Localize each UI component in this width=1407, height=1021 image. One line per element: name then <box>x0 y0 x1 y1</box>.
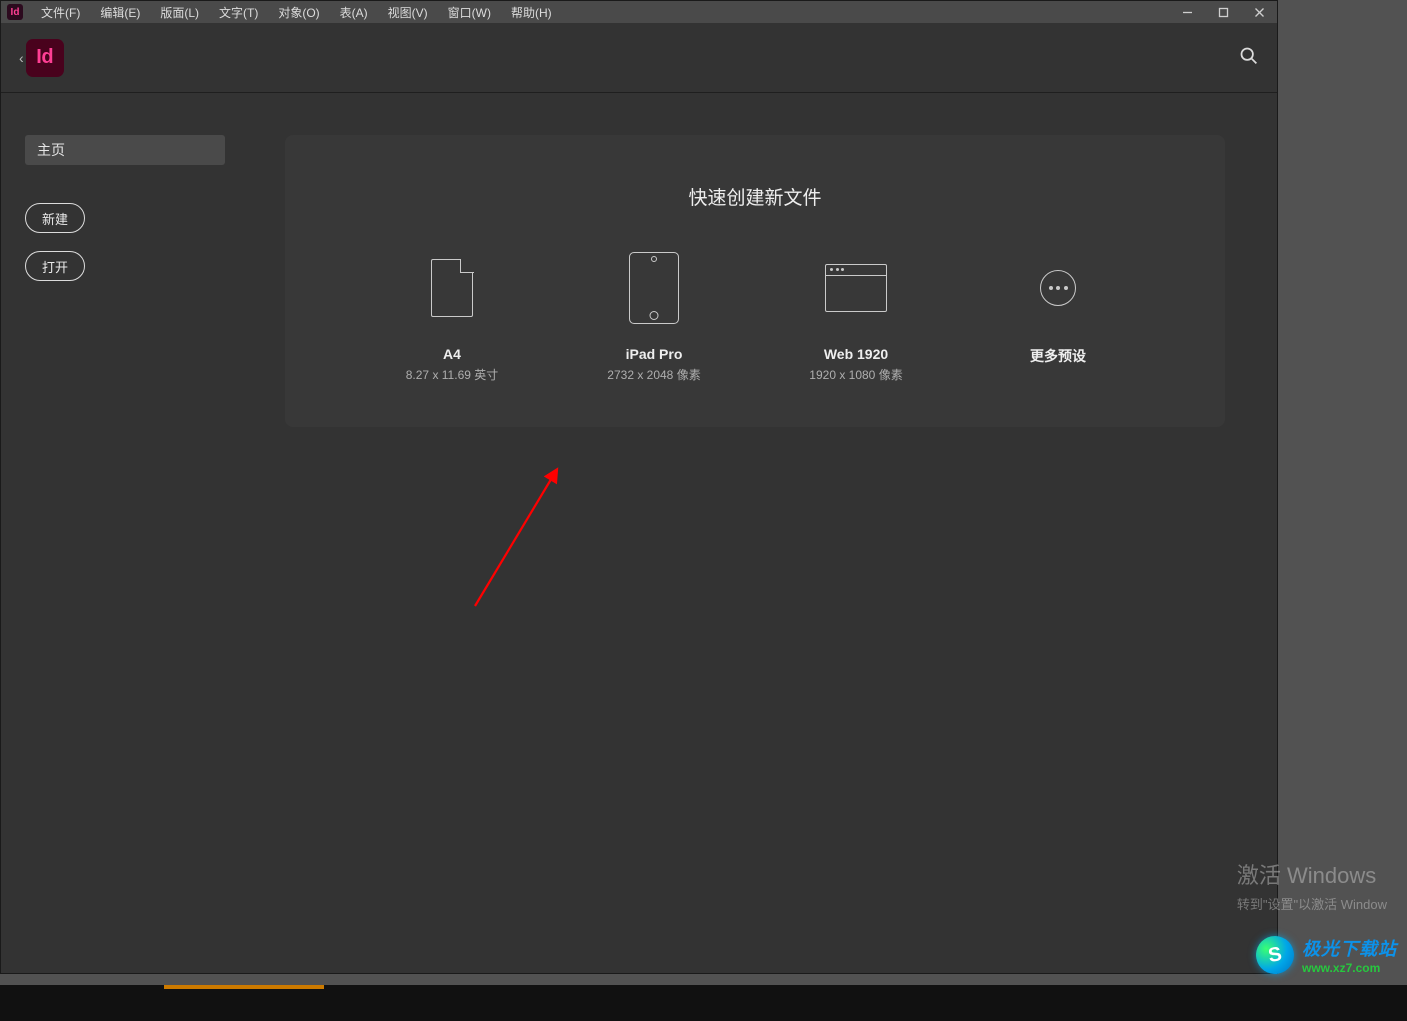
menu-layout[interactable]: 版面(L) <box>150 2 209 23</box>
sidebar: 新建 打开 <box>1 93 285 973</box>
sidebar-buttons: 新建 打开 <box>25 203 261 281</box>
window-controls <box>1169 1 1277 23</box>
taskbar[interactable] <box>0 985 1407 1021</box>
preset-ipad-sub: 2732 x 2048 像素 <box>607 366 700 383</box>
preset-ipad-name: iPad Pro <box>626 346 683 362</box>
menu-file[interactable]: 文件(F) <box>31 2 90 23</box>
preset-a4-sub: 8.27 x 11.69 英寸 <box>406 366 499 383</box>
back-logo-group: ‹ Id <box>19 39 64 77</box>
card-title: 快速创建新文件 <box>315 183 1195 210</box>
site-watermark-logo: S 极光下载站 www.xz7.com <box>1256 935 1397 975</box>
preset-more-name: 更多预设 <box>1030 346 1086 366</box>
site-logo-cn: 极光下载站 <box>1302 935 1397 961</box>
preset-a4[interactable]: A4 8.27 x 11.69 英寸 <box>387 252 517 383</box>
site-orb-icon: S <box>1253 933 1297 977</box>
preset-ipad-pro[interactable]: iPad Pro 2732 x 2048 像素 <box>589 252 719 383</box>
search-icon[interactable] <box>1238 45 1259 71</box>
menu-window[interactable]: 窗口(W) <box>438 2 501 23</box>
preset-web-1920[interactable]: Web 1920 1920 x 1080 像素 <box>791 252 921 383</box>
menubar: Id 文件(F) 编辑(E) 版面(L) 文字(T) 对象(O) 表(A) 视图… <box>1 1 562 23</box>
app-icon-text: Id <box>11 7 20 18</box>
maximize-button[interactable] <box>1205 1 1241 23</box>
presets-row: A4 8.27 x 11.69 英寸 iPad Pro 2732 x 2048 … <box>315 252 1195 383</box>
app-icon-small[interactable]: Id <box>7 4 23 20</box>
browser-icon <box>825 252 887 324</box>
home-body: 新建 打开 快速创建新文件 A4 8.27 x 11.69 英寸 iPad Pr… <box>1 93 1277 973</box>
open-button[interactable]: 打开 <box>25 251 85 281</box>
watermark-line2: 转到"设置"以激活 Window <box>1237 894 1387 913</box>
new-button[interactable]: 新建 <box>25 203 85 233</box>
site-logo-en: www.xz7.com <box>1302 961 1397 975</box>
preset-web-sub: 1920 x 1080 像素 <box>809 366 902 383</box>
preset-web-name: Web 1920 <box>824 346 888 362</box>
menu-object[interactable]: 对象(O) <box>268 2 329 23</box>
app-logo-text: Id <box>36 46 53 69</box>
preset-a4-name: A4 <box>443 346 461 362</box>
close-button[interactable] <box>1241 1 1277 23</box>
menu-table[interactable]: 表(A) <box>330 2 378 23</box>
document-icon <box>431 252 473 324</box>
minimize-button[interactable] <box>1169 1 1205 23</box>
windows-activation-watermark: 激活 Windows 转到"设置"以激活 Window <box>1237 858 1387 913</box>
titlebar: Id 文件(F) 编辑(E) 版面(L) 文字(T) 对象(O) 表(A) 视图… <box>1 1 1277 23</box>
app-logo[interactable]: Id <box>26 39 64 77</box>
home-toolbar: ‹ Id <box>1 23 1277 93</box>
menu-help[interactable]: 帮助(H) <box>501 2 562 23</box>
quick-create-card: 快速创建新文件 A4 8.27 x 11.69 英寸 iPad Pro 2732… <box>285 135 1225 427</box>
main-panel: 快速创建新文件 A4 8.27 x 11.69 英寸 iPad Pro 2732… <box>285 93 1277 973</box>
application-window: Id 文件(F) 编辑(E) 版面(L) 文字(T) 对象(O) 表(A) 视图… <box>0 0 1278 974</box>
home-input[interactable] <box>25 135 225 165</box>
menu-edit[interactable]: 编辑(E) <box>90 2 150 23</box>
menu-type[interactable]: 文字(T) <box>209 2 268 23</box>
menu-view[interactable]: 视图(V) <box>378 2 438 23</box>
back-chevron-icon[interactable]: ‹ <box>19 50 24 66</box>
preset-more[interactable]: 更多预设 <box>993 252 1123 383</box>
more-icon <box>1040 252 1076 324</box>
ipad-icon <box>629 252 679 324</box>
watermark-line1: 激活 Windows <box>1237 858 1387 890</box>
